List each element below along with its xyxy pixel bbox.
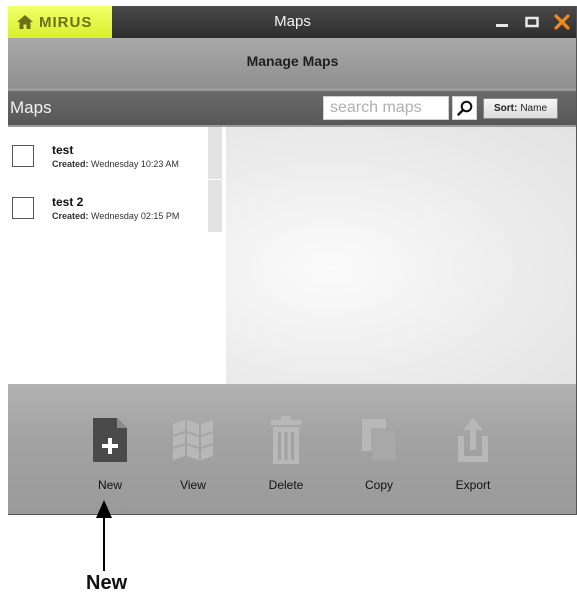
map-created: Created: Wednesday 10:23 AM [52,159,179,169]
title-bar: MIRUS Maps [8,6,576,38]
delete-button[interactable]: Delete [246,412,326,502]
brand-logo[interactable]: MIRUS [8,6,112,38]
export-button[interactable]: Export [433,412,513,502]
callout-label: New [86,572,128,594]
copy-icon [362,419,397,462]
maximize-button[interactable] [523,13,541,31]
sort-value: Name [520,103,548,114]
maps-list: test Created: Wednesday 10:23 AM test 2 … [8,127,226,384]
new-file-icon [93,418,127,462]
maximize-icon [525,16,539,28]
bottom-toolbar: New View Delete Copy Export [8,384,576,514]
created-label: Created: [52,159,89,169]
sort-button[interactable]: Sort: Name [483,98,558,119]
created-value: Wednesday 10:23 AM [91,159,179,169]
page-title: Manage Maps [8,38,576,88]
map-icon [172,420,214,460]
search-input[interactable] [323,96,449,120]
brand-name: MIRUS [39,13,93,31]
trash-icon [271,416,301,464]
delete-label: Delete [268,478,304,492]
list-item-handle[interactable] [208,127,222,179]
maps-section-label: Maps [10,98,52,117]
copy-label: Copy [364,478,393,492]
content-area: test Created: Wednesday 10:23 AM test 2 … [8,127,576,384]
search-icon [456,100,472,116]
app-window: MIRUS Maps Manage Maps Maps Sort: [8,6,577,515]
minimize-icon [496,24,508,27]
copy-button[interactable]: Copy [339,412,419,502]
map-checkbox[interactable] [12,197,34,219]
export-label: Export [455,478,491,492]
window-controls [493,8,571,36]
minimize-button[interactable] [493,13,511,31]
home-icon [17,15,33,29]
list-item-handle[interactable] [208,180,222,232]
callout-line [103,515,105,571]
created-label: Created: [52,211,89,221]
view-label: View [180,478,206,492]
map-name: test [52,143,74,157]
search-button[interactable] [452,96,477,120]
list-item[interactable]: test 2 Created: Wednesday 02:15 PM [8,179,208,231]
map-preview-panel [226,127,576,384]
list-item[interactable]: test Created: Wednesday 10:23 AM [8,127,208,179]
export-icon [458,418,488,462]
created-value: Wednesday 02:15 PM [91,211,180,221]
sort-prefix: Sort: [493,103,518,114]
map-name: test 2 [52,195,84,209]
close-button[interactable] [553,13,571,31]
view-button[interactable]: View [153,412,233,502]
maps-bar: Maps Sort: Name [8,91,576,125]
close-icon [554,14,570,30]
new-button[interactable]: New [70,412,150,502]
new-label: New [97,478,122,492]
map-checkbox[interactable] [12,145,34,167]
map-created: Created: Wednesday 02:15 PM [52,211,179,221]
